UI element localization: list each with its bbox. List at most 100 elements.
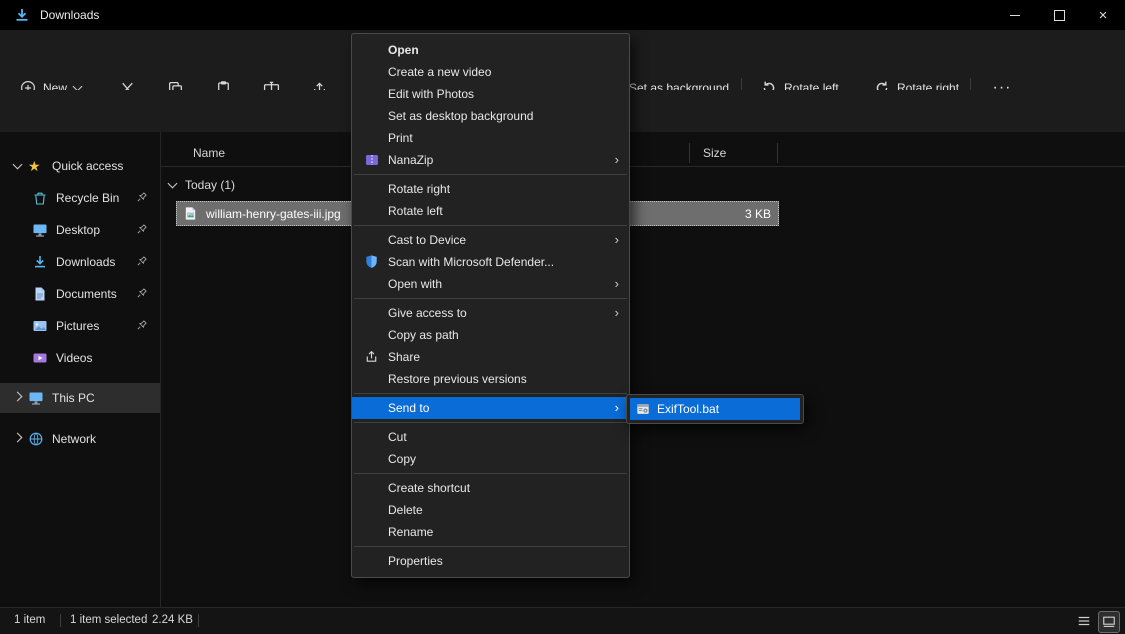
menu-item-create-new-video[interactable]: Create a new video [352, 61, 629, 83]
minimize-button[interactable] [993, 0, 1037, 30]
menu-item-rotate-right[interactable]: Rotate right [352, 178, 629, 200]
share-icon [364, 349, 380, 365]
details-view-button[interactable] [1074, 611, 1094, 631]
sidebar-item-label: Desktop [56, 223, 100, 237]
status-bar: 1 item 1 item selected 2.24 KB [0, 607, 1125, 634]
caption-buttons: × [993, 0, 1125, 30]
menu-item-cut[interactable]: Cut [352, 426, 629, 448]
menu-separator [354, 225, 627, 226]
file-name: william-henry-gates-iii.jpg [206, 207, 341, 221]
menu-item-rotate-left[interactable]: Rotate left [352, 200, 629, 222]
sidebar-item-label: Videos [56, 351, 92, 365]
thumbnail-view-button[interactable] [1098, 611, 1120, 633]
status-divider [60, 614, 61, 627]
pin-icon [136, 191, 148, 203]
menu-item-send-to[interactable]: Send to › [352, 397, 629, 419]
column-divider[interactable] [777, 143, 778, 163]
sidebar-item-desktop[interactable]: Desktop [0, 216, 160, 244]
documents-icon [32, 286, 48, 302]
desktop-icon [32, 222, 48, 238]
maximize-icon [1054, 10, 1065, 21]
group-header-today[interactable]: Today (1) [169, 172, 235, 198]
sidebar-item-label: This PC [52, 391, 95, 405]
pin-icon [136, 255, 148, 267]
menu-item-edit-with-photos[interactable]: Edit with Photos [352, 83, 629, 105]
chevron-down-icon [12, 160, 22, 170]
this-pc-icon [28, 390, 44, 406]
menu-item-share[interactable]: Share [352, 346, 629, 368]
context-menu: Open Create a new video Edit with Photos… [351, 33, 630, 578]
chevron-right-icon [12, 392, 22, 402]
image-file-icon [183, 206, 199, 222]
group-label: Today (1) [185, 178, 235, 192]
sidebar-item-downloads[interactable]: Downloads [0, 248, 160, 276]
sidebar-item-this-pc[interactable]: This PC [0, 383, 160, 413]
status-divider [198, 614, 199, 627]
menu-item-properties[interactable]: Properties [352, 550, 629, 572]
navigation-pane: ★ Quick access Recycle Bin Desktop Downl… [0, 132, 161, 608]
menu-item-create-shortcut[interactable]: Create shortcut [352, 477, 629, 499]
menu-item-rename[interactable]: Rename [352, 521, 629, 543]
item-count: 1 item [14, 614, 45, 626]
menu-item-print[interactable]: Print [352, 127, 629, 149]
network-icon [28, 431, 44, 447]
menu-item-copy[interactable]: Copy [352, 448, 629, 470]
menu-separator [354, 298, 627, 299]
menu-item-cast-to-device[interactable]: Cast to Device › [352, 229, 629, 251]
sidebar-item-videos[interactable]: Videos [0, 344, 160, 372]
column-header-name[interactable]: Name [193, 146, 225, 160]
submenu-arrow-icon: › [615, 397, 619, 419]
menu-item-copy-as-path[interactable]: Copy as path [352, 324, 629, 346]
menu-separator [354, 393, 627, 394]
menu-item-nanazip[interactable]: NanaZip › [352, 149, 629, 171]
thumbnail-view-icon [1102, 615, 1116, 629]
submenu-arrow-icon: › [615, 273, 619, 295]
sidebar-item-label: Quick access [52, 159, 123, 173]
downloads-icon [32, 254, 48, 270]
menu-item-restore-previous-versions[interactable]: Restore previous versions [352, 368, 629, 390]
pin-icon [136, 319, 148, 331]
pin-icon [136, 287, 148, 299]
file-size: 3 KB [745, 207, 771, 221]
sidebar-item-documents[interactable]: Documents [0, 280, 160, 308]
chevron-down-icon [168, 179, 178, 189]
menu-item-set-as-desktop-background[interactable]: Set as desktop background [352, 105, 629, 127]
file-list-pane: Name Size Today (1) william-henry-gates-… [161, 132, 1125, 608]
menu-item-open[interactable]: Open [352, 39, 629, 61]
star-icon: ★ [28, 158, 44, 174]
column-divider[interactable] [689, 143, 690, 163]
menu-separator [354, 422, 627, 423]
sidebar-item-pictures[interactable]: Pictures [0, 312, 160, 340]
maximize-button[interactable] [1037, 0, 1081, 30]
downloads-icon [14, 7, 30, 23]
submenu-arrow-icon: › [615, 229, 619, 251]
submenu-arrow-icon: › [615, 302, 619, 324]
sidebar-item-recycle-bin[interactable]: Recycle Bin [0, 184, 160, 212]
column-header-size[interactable]: Size [703, 146, 726, 160]
recycle-bin-icon [32, 190, 48, 206]
close-button[interactable]: × [1081, 0, 1125, 30]
sidebar-item-label: Network [52, 432, 96, 446]
column-headers: Name Size [161, 140, 1125, 167]
close-icon: × [1099, 8, 1108, 23]
menu-item-delete[interactable]: Delete [352, 499, 629, 521]
window-title: Downloads [40, 8, 99, 22]
sidebar-item-label: Documents [56, 287, 117, 301]
sidebar-item-network[interactable]: Network [0, 425, 160, 453]
submenu-item-exiftool[interactable]: ExifTool.bat [630, 398, 800, 420]
nanazip-icon [364, 152, 380, 168]
submenu-item-label: ExifTool.bat [657, 402, 719, 416]
batch-file-icon [636, 402, 650, 416]
menu-item-give-access-to[interactable]: Give access to › [352, 302, 629, 324]
submenu-arrow-icon: › [615, 149, 619, 171]
send-to-submenu: ExifTool.bat [626, 394, 804, 424]
pictures-icon [32, 318, 48, 334]
selection-count: 1 item selected [70, 614, 147, 626]
menu-item-open-with[interactable]: Open with › [352, 273, 629, 295]
sidebar-item-label: Pictures [56, 319, 99, 333]
videos-icon [32, 350, 48, 366]
sidebar-item-label: Downloads [56, 255, 115, 269]
menu-item-scan-with-defender[interactable]: Scan with Microsoft Defender... [352, 251, 629, 273]
menu-separator [354, 174, 627, 175]
sidebar-item-quick-access[interactable]: ★ Quick access [0, 152, 160, 180]
